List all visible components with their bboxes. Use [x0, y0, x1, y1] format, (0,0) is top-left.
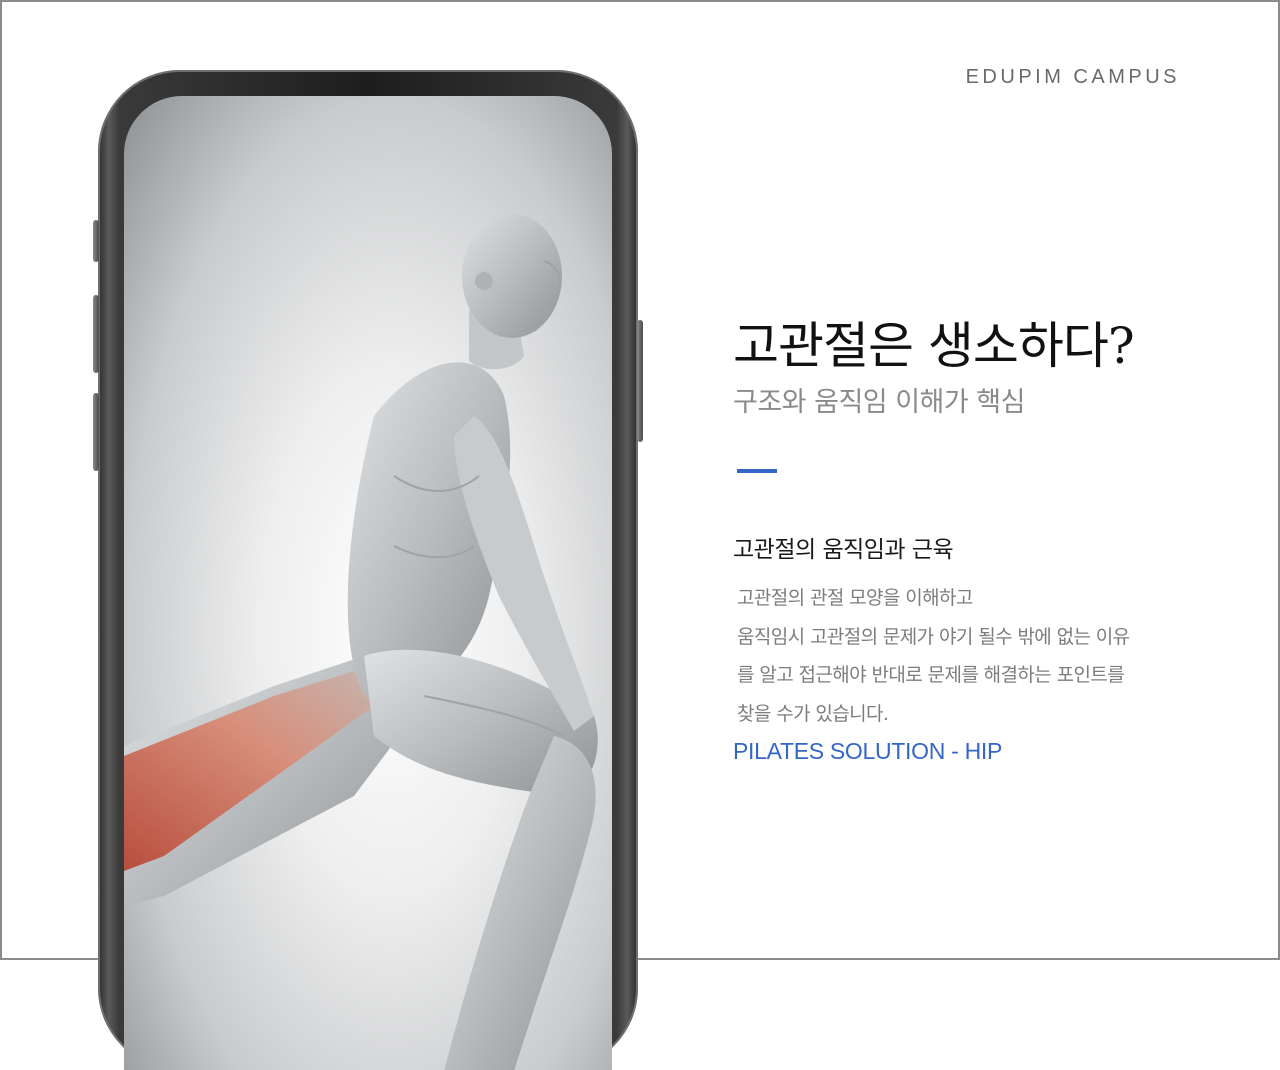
page-title: 고관절은 생소하다?	[733, 317, 1135, 375]
phone-screen	[124, 96, 612, 1070]
brand-logo-text: EDUPIM CAMPUS	[965, 66, 1180, 88]
phone-silent-switch	[93, 220, 99, 262]
phone-volume-up-button	[93, 295, 99, 373]
description-line: 움직임시 고관절의 문제가 야기 될수 밖에 없는 이유	[737, 625, 1130, 648]
phone-mockup	[93, 70, 643, 1070]
page-subtitle: 구조와 움직임 이해가 핵심	[733, 387, 1026, 418]
section-description: 고관절의 관절 모양을 이해하고 움직임시 고관절의 문제가 야기 될수 밖에 …	[737, 579, 1207, 733]
description-line: 를 알고 접근해야 반대로 문제를 해결하는 포인트를	[737, 664, 1125, 686]
description-line: 고관절의 관절 모양을 이해하고	[737, 587, 973, 609]
ear	[475, 272, 493, 290]
description-line: 찾을 수가 있습니다.	[737, 702, 889, 725]
anatomy-figure-illustration	[124, 214, 598, 1070]
phone-power-button	[637, 320, 643, 442]
section-title: 고관절의 움직임과 근육	[733, 537, 954, 563]
accent-divider	[737, 469, 777, 473]
phone-volume-down-button	[93, 393, 99, 471]
course-tagline: PILATES SOLUTION - HIP	[733, 738, 1003, 764]
